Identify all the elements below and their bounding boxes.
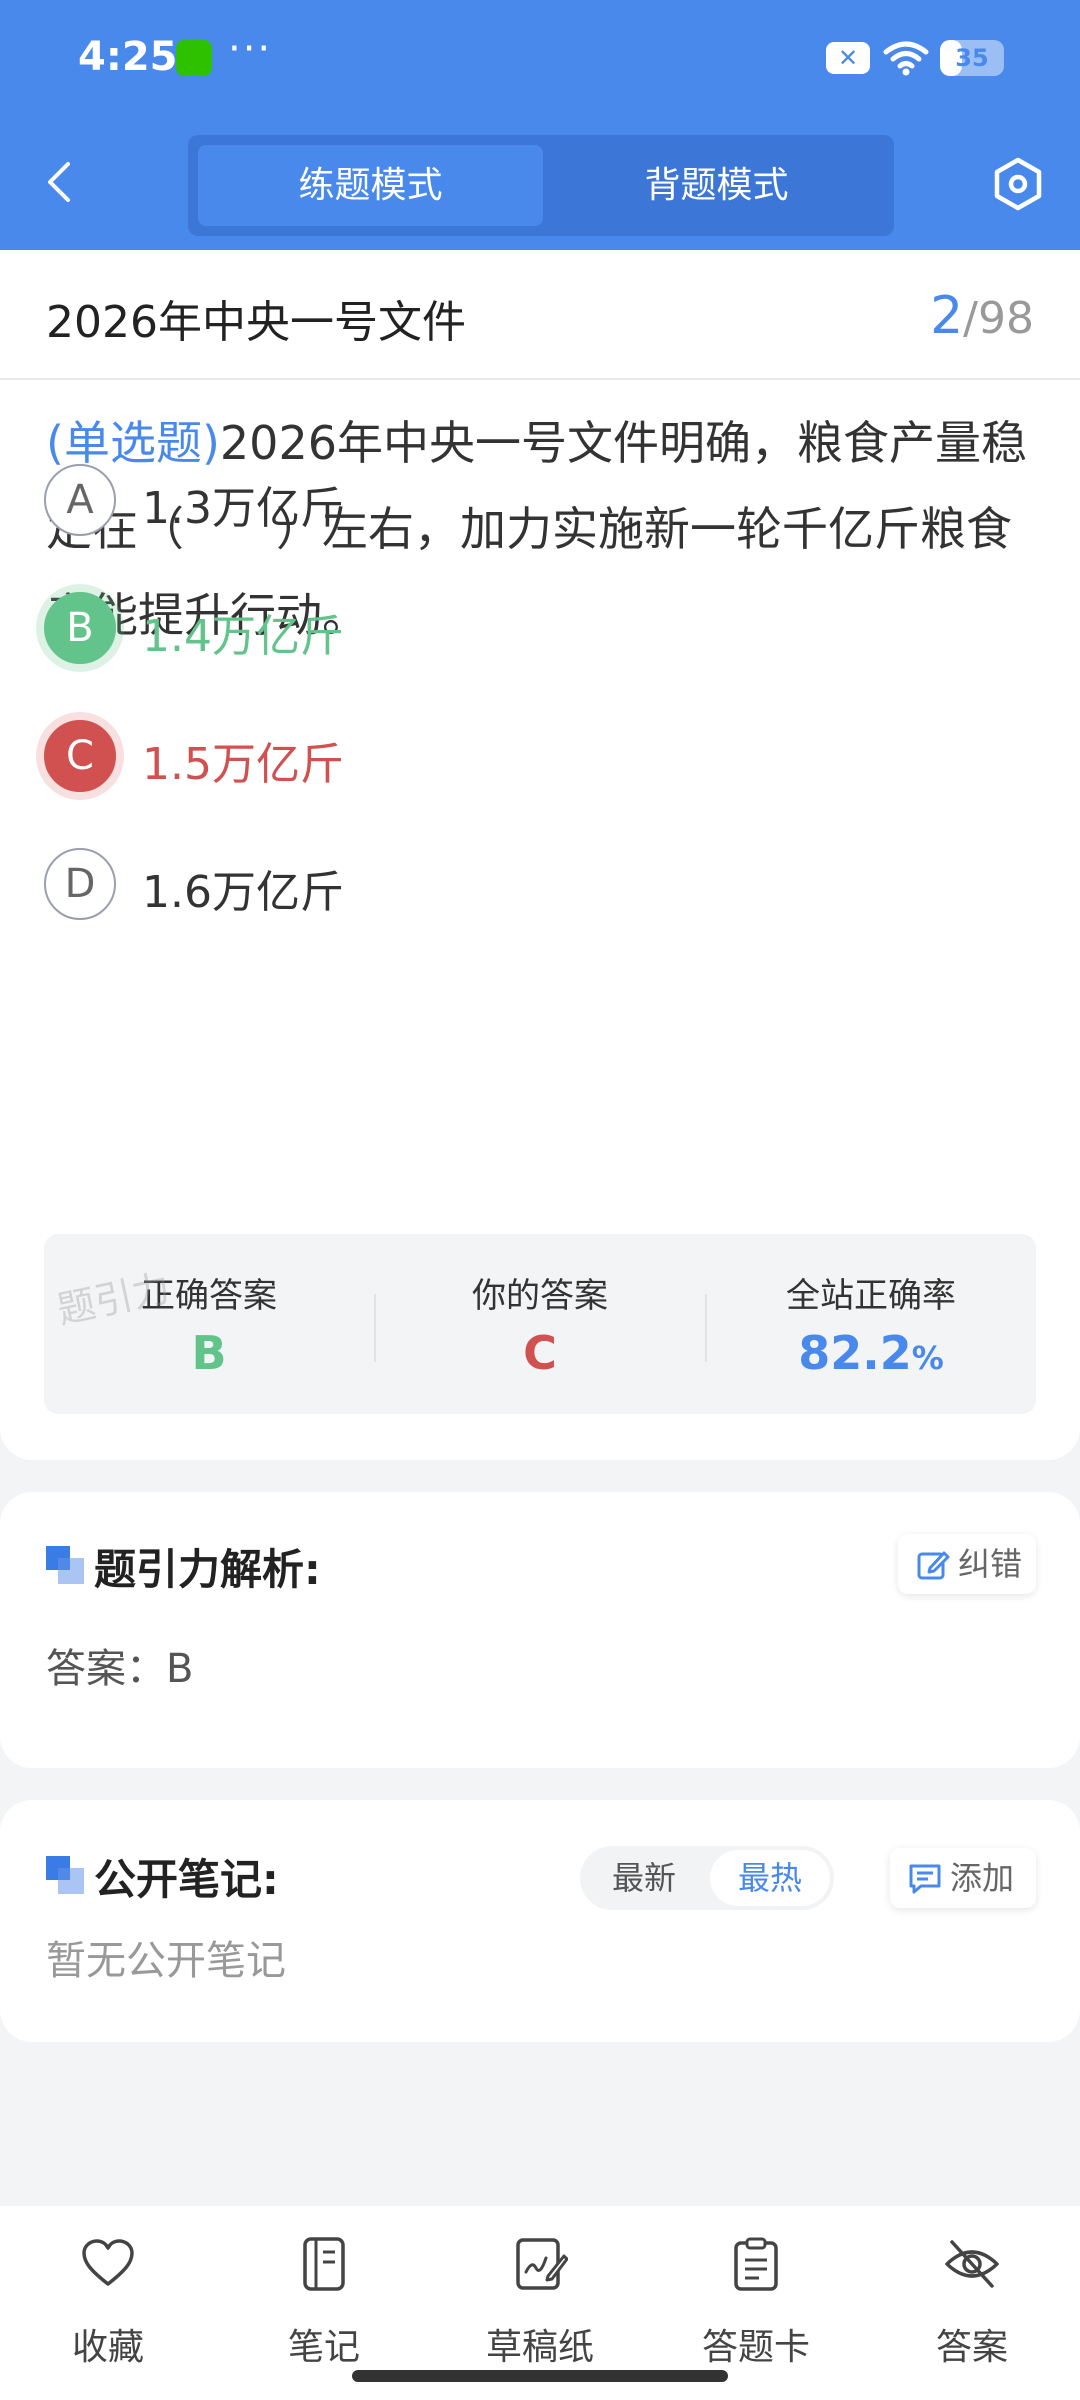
option-text: 1.4万亿斤 [142,611,344,662]
accuracy-rate-label: 全站正确率 [786,1276,956,1316]
option-letter: A [44,464,116,536]
add-note-button[interactable]: 添加 [890,1848,1036,1908]
status-bar: 4:25 ··· ✕ 35 [0,0,1080,120]
option-a[interactable]: A 1.3万亿斤 [44,464,944,540]
section-marker-icon [46,1546,84,1584]
option-text: 1.5万亿斤 [142,739,344,790]
notes-title: 公开笔记: [94,1855,279,1904]
public-notes-card: 公开笔记: 最新 最热 添加 暂无公开笔记 [0,1800,1080,2042]
nav-scratch-paper[interactable]: 草稿纸 [440,2228,640,2378]
notes-sort-toggle: 最新 最热 [580,1846,834,1910]
analysis-answer: 答案：B [46,1646,194,1692]
answer-stats: 正确答案 B 你的答案 C 全站正确率 82.2% [44,1234,1036,1414]
nav-label: 答案 [935,2327,1008,2368]
section-marker-icon [46,1856,84,1894]
close-notification-icon: ✕ [826,42,870,74]
more-notifications-icon: ··· [228,26,273,72]
nav-label: 草稿纸 [485,2327,594,2368]
battery-icon: 35 [940,40,1004,76]
nav-label: 答题卡 [701,2327,810,2368]
correct-answer-value: B [191,1326,227,1380]
nav-label: 收藏 [71,2327,144,2368]
paper-title-row: 2026年中央一号文件 2/98 [0,250,1080,380]
heart-icon [82,2239,134,2286]
accuracy-rate-value: 82.2% [706,1326,1036,1380]
battery-percent: 35 [955,44,989,72]
nav-answer-sheet[interactable]: 答题卡 [656,2228,856,2378]
option-b-correct[interactable]: B 1.4万亿斤 [44,592,944,668]
analysis-title: 题引力解析: [94,1545,321,1594]
question-counter[interactable]: 2/98 [930,286,1034,346]
wifi-icon [883,41,929,76]
analysis-card: 题引力解析: 纠错 答案：B [0,1492,1080,1768]
counter-separator: / [963,293,978,344]
option-text: 1.6万亿斤 [142,867,344,918]
tab-memorize-mode[interactable]: 背题模式 [544,145,889,226]
accuracy-rate-unit: % [911,1339,944,1377]
option-text: 1.3万亿斤 [142,483,344,534]
wechat-icon [176,40,212,76]
option-c-wrong[interactable]: C 1.5万亿斤 [44,720,944,796]
total-question-count: 98 [978,293,1034,344]
sort-hottest[interactable]: 最热 [710,1850,830,1906]
mode-switch: 练题模式 背题模式 [188,135,894,236]
nav-label: 笔记 [287,2327,360,2368]
your-answer-value: C [523,1326,557,1380]
option-d[interactable]: D 1.6万亿斤 [44,848,944,924]
back-arrow-icon[interactable] [38,158,86,206]
edit-icon [917,1551,950,1580]
top-header: 4:25 ··· ✕ 35 练题模式 背题模式 [0,0,1080,250]
scratch-paper-icon [516,2238,568,2290]
current-question-number: 2 [930,286,964,346]
empty-notes-text: 暂无公开笔记 [46,1938,286,1984]
comment-icon [909,1864,941,1894]
report-error-label: 纠错 [958,1545,1023,1583]
home-indicator[interactable] [352,2370,728,2382]
question-type: (单选题) [46,416,220,470]
accuracy-rate-stat: 全站正确率 82.2% [706,1234,1036,1414]
report-error-button[interactable]: 纠错 [898,1534,1036,1594]
accuracy-rate-number: 82.2 [798,1326,912,1380]
paper-title: 2026年中央一号文件 [46,297,466,348]
option-letter: B [44,592,116,664]
option-letter: D [44,848,116,920]
clipboard-icon [734,2237,778,2291]
eye-hidden-icon [945,2240,999,2288]
sort-latest[interactable]: 最新 [584,1850,704,1906]
status-time: 4:25 [78,34,178,80]
add-note-label: 添加 [950,1859,1015,1897]
your-answer-label: 你的答案 [472,1276,608,1316]
tab-practice-mode[interactable]: 练题模式 [198,145,543,226]
settings-hexagon-icon[interactable] [988,154,1048,214]
nav-notes[interactable]: 笔记 [224,2228,424,2378]
nav-favorite[interactable]: 收藏 [8,2228,208,2378]
option-letter: C [44,720,116,792]
nav-answer[interactable]: 答案 [872,2228,1072,2378]
your-answer-stat: 你的答案 C [375,1234,705,1414]
notebook-icon [303,2237,345,2291]
